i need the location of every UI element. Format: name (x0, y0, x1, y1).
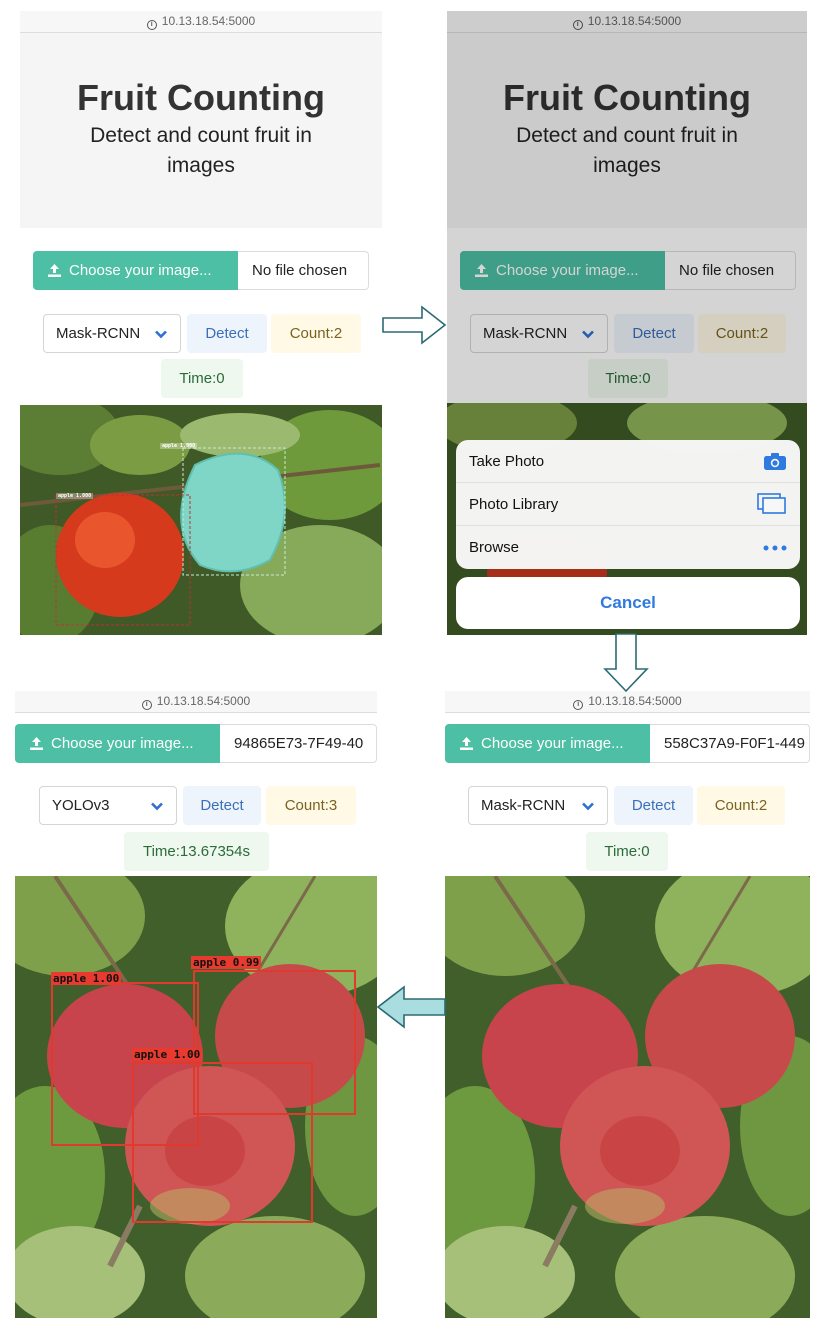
count-badge: Count:2 (697, 786, 785, 825)
hero-header: Fruit Counting Detect and count fruit in… (20, 33, 382, 228)
arrow-right-icon (382, 305, 447, 345)
selected-image (445, 876, 810, 1318)
model-select-value: Mask-RCNN (56, 325, 141, 342)
detection-label: apple 0.99 (191, 956, 262, 969)
detection-box (132, 1062, 313, 1223)
time-badge: Time:13.67354s (124, 832, 269, 871)
count-badge: Count:3 (266, 786, 356, 825)
file-upload[interactable]: Choose your image... No file chosen (33, 251, 369, 290)
panel-yolo-result: i 10.13.18.54:5000 Choose your image... 9… (15, 691, 377, 1318)
model-select[interactable]: YOLOv3 (39, 786, 177, 825)
result-image: apple 1.000 apple 1.000 (20, 405, 382, 635)
detect-button[interactable]: Detect (183, 786, 261, 825)
model-select[interactable]: Mask-RCNN (43, 314, 181, 353)
result-image: apple 1.00 apple 0.99 apple 1.00 (15, 876, 377, 1318)
upload-icon (459, 736, 474, 751)
model-select-value: YOLOv3 (52, 797, 110, 814)
action-photo-library[interactable]: Photo Library (456, 483, 800, 526)
camera-icon (764, 452, 786, 470)
file-upload[interactable]: Choose your image... 558C37A9-F0F1-449 (445, 724, 810, 763)
upload-icon (47, 263, 62, 278)
chevron-down-icon (582, 802, 594, 810)
choose-image-label: Choose your image... (481, 735, 624, 752)
choose-image-button[interactable]: Choose your image... (15, 724, 220, 763)
detection-label: apple 1.00 (132, 1048, 203, 1061)
choose-image-button[interactable]: Choose your image... (33, 251, 238, 290)
address-bar: i 10.13.18.54:5000 (445, 691, 810, 713)
file-upload[interactable]: Choose your image... 94865E73-7F49-40 (15, 724, 377, 763)
model-select[interactable]: Mask-RCNN (468, 786, 608, 825)
address-bar: i 10.13.18.54:5000 (15, 691, 377, 713)
file-name: No file chosen (238, 251, 369, 290)
detection-label: apple 1.000 (56, 493, 94, 499)
file-name: 94865E73-7F49-40 (220, 724, 377, 763)
url-text: 10.13.18.54:5000 (156, 694, 251, 708)
url-text: 10.13.18.54:5000 (588, 694, 682, 708)
detection-label: apple 1.00 (51, 972, 122, 985)
panel-image-selected: i 10.13.18.54:5000 Choose your image... 5… (445, 691, 810, 1318)
model-select-value: Mask-RCNN (481, 797, 566, 814)
chevron-down-icon (151, 802, 163, 810)
info-icon: i (573, 700, 584, 710)
url-text: 10.13.18.54:5000 (161, 14, 256, 28)
upload-icon (29, 736, 44, 751)
chevron-down-icon (155, 330, 167, 338)
action-browse[interactable]: Browse (456, 526, 800, 569)
photo-library-icon (757, 493, 786, 514)
detection-label: apple 1.000 (160, 443, 198, 449)
choose-image-button[interactable]: Choose your image... (445, 724, 650, 763)
choose-image-label: Choose your image... (69, 262, 212, 279)
time-badge: Time:0 (161, 359, 243, 398)
detect-button[interactable]: Detect (187, 314, 267, 353)
info-icon: i (141, 700, 152, 710)
action-sheet: Take Photo Photo Library Browse (456, 440, 800, 569)
action-label: Take Photo (469, 452, 545, 470)
page-subtitle: Detect and count fruit in images (90, 124, 312, 177)
arrow-left-icon (376, 985, 446, 1029)
panel-file-picker: i 10.13.18.54:5000 Fruit Counting Detect … (447, 11, 807, 635)
count-badge: Count:2 (271, 314, 361, 353)
file-name: 558C37A9-F0F1-449 (650, 724, 810, 763)
action-take-photo[interactable]: Take Photo (456, 440, 800, 483)
more-icon (763, 545, 787, 550)
action-label: Photo Library (469, 495, 559, 513)
info-icon: i (146, 20, 157, 30)
cancel-button[interactable]: Cancel (456, 577, 800, 629)
action-label: Browse (469, 539, 520, 556)
arrow-down-icon (603, 633, 649, 693)
page-title: Fruit Counting (77, 77, 325, 118)
choose-image-label: Choose your image... (51, 735, 194, 752)
detect-button[interactable]: Detect (614, 786, 693, 825)
panel-initial-screen: i 10.13.18.54:5000 Fruit Counting Detect … (20, 11, 382, 635)
address-bar: i 10.13.18.54:5000 (20, 11, 382, 33)
time-badge: Time:0 (586, 832, 668, 871)
